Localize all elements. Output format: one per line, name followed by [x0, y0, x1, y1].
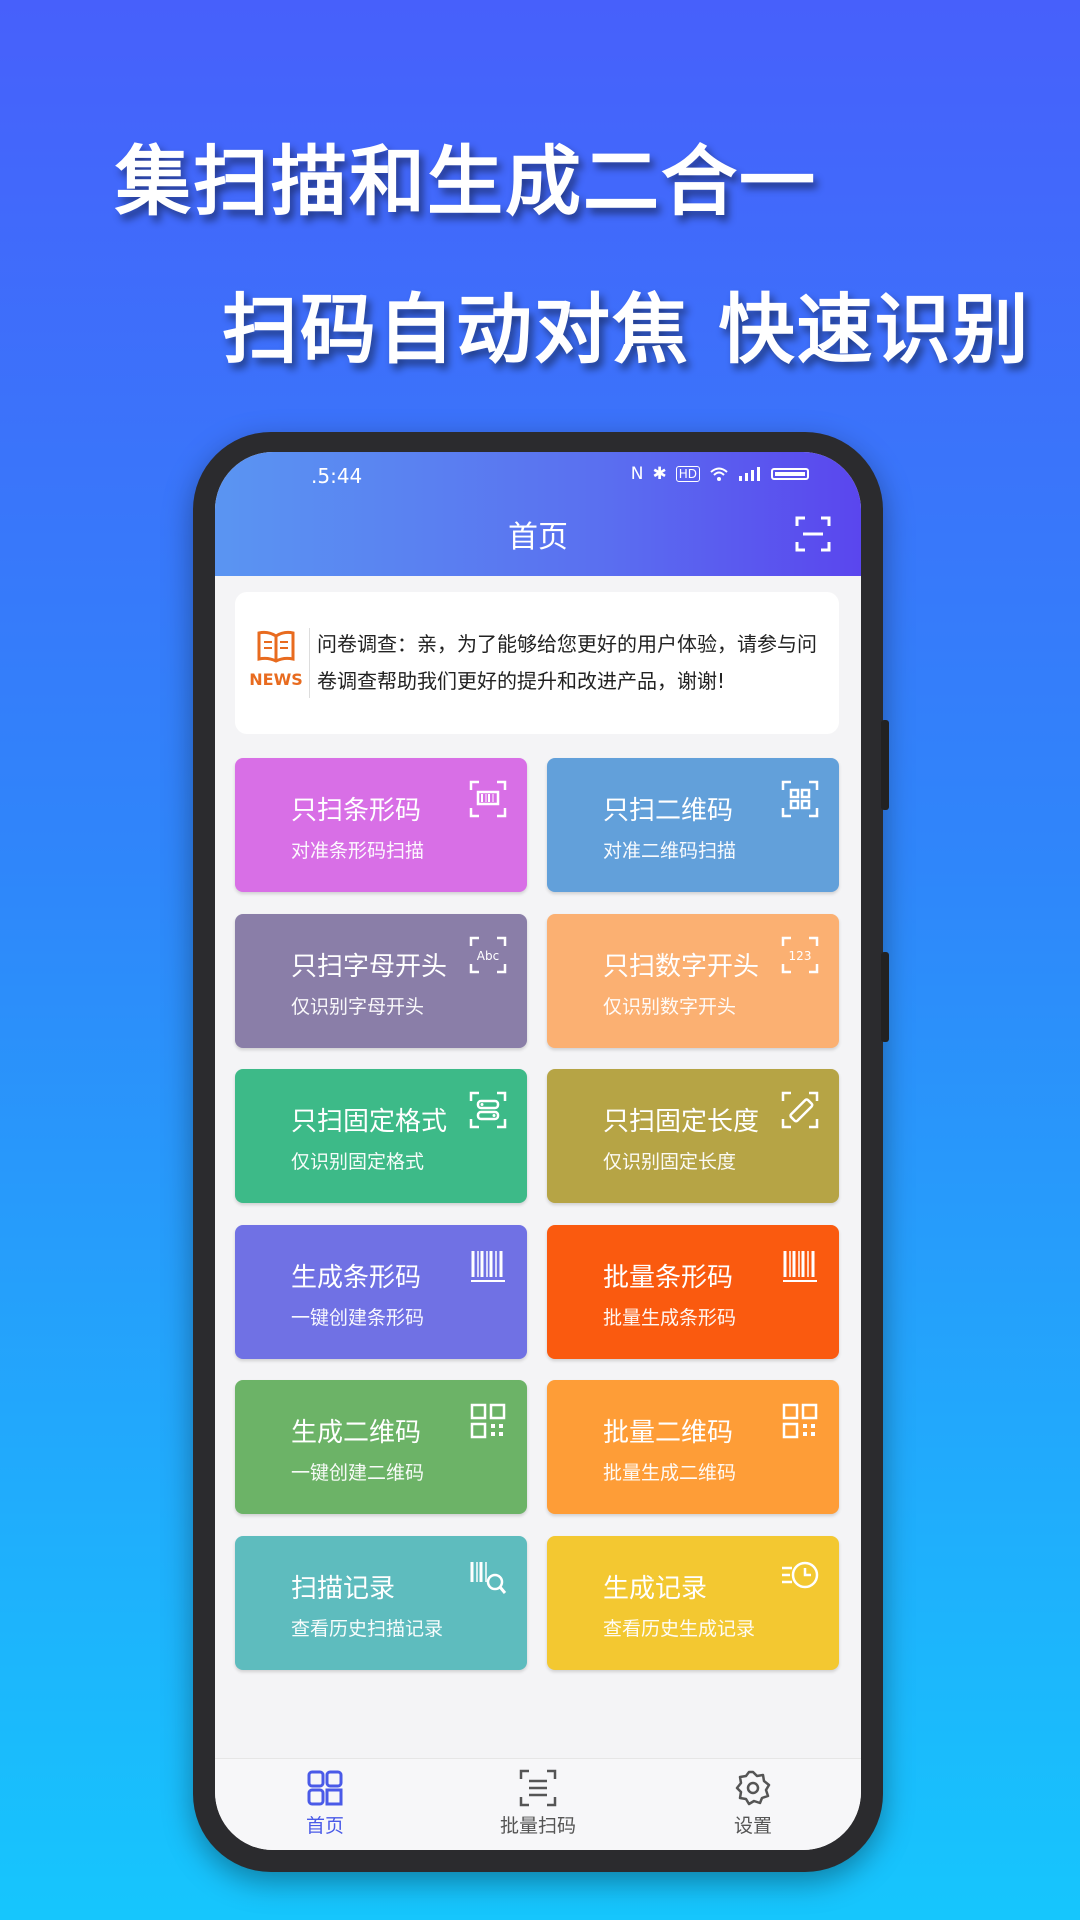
feature-card[interactable]: 批量二维码批量生成二维码 [547, 1380, 839, 1514]
news-badge: NEWS [249, 630, 303, 689]
bluetooth-icon: ✱ [652, 464, 667, 484]
feature-card-subtitle: 一键创建条形码 [291, 1306, 425, 1329]
barcode-search-icon [470, 1561, 507, 1594]
bottom-nav: 首页 批量扫码 设置 [215, 1758, 861, 1850]
headline-line2: 扫码自动对焦 快速识别 [222, 285, 1031, 374]
feature-card[interactable]: 生成记录查看历史生成记录 [547, 1535, 839, 1670]
abc-icon: Abc [469, 936, 507, 973]
feature-card[interactable]: 生成条形码一键创建条形码 [235, 1224, 527, 1359]
signal-icon [739, 467, 760, 481]
scan-barcode-icon [469, 780, 507, 818]
feature-card[interactable]: 只扫字母开头仅识别字母开头 Abc [235, 913, 527, 1048]
feature-card-subtitle: 一键创建二维码 [291, 1462, 425, 1484]
power-button [881, 952, 889, 1042]
news-banner[interactable]: NEWS 问卷调查：亲，为了能够给您更好的用户体验，请参与问卷调查帮助我们更好的… [235, 592, 839, 734]
nav-settings[interactable]: 设置 [693, 1769, 813, 1838]
barcode-icon [783, 1250, 817, 1282]
feature-card[interactable]: 生成二维码一键创建二维码 [235, 1380, 527, 1514]
feature-card-subtitle: 仅识别固定长度 [603, 1151, 737, 1173]
scan-qrcode-icon [781, 780, 819, 818]
feature-card[interactable]: 只扫二维码对准二维码扫描 [547, 758, 839, 892]
feature-card-subtitle: 批量生成二维码 [603, 1462, 737, 1484]
feature-card[interactable]: 只扫固定格式仅识别固定格式 [235, 1069, 527, 1203]
feature-card-title: 只扫条形码 [291, 796, 422, 826]
feature-card-title: 生成二维码 [291, 1418, 422, 1448]
feature-card[interactable]: 只扫数字开头仅识别数字开头 123 [547, 913, 839, 1048]
battery-icon [771, 468, 809, 480]
feature-card[interactable]: 只扫固定长度仅识别固定长度 [547, 1069, 839, 1203]
home-grid-icon [307, 1770, 343, 1806]
phone-frame: .5:44 N ✱ HD 首页 NEWS 问卷调查：亲，为了能够给您更好的用户体… [193, 432, 889, 1872]
news-text: 问卷调查：亲，为了能够给您更好的用户体验，请参与问卷调查帮助我们更好的提升和改进… [317, 632, 817, 693]
feature-card-title: 只扫二维码 [603, 796, 734, 826]
phone-screen: .5:44 N ✱ HD 首页 NEWS 问卷调查：亲，为了能够给您更好的用户体… [215, 452, 861, 1850]
qrcode-icon [470, 1403, 506, 1439]
feature-card-title: 生成记录 [603, 1573, 708, 1604]
nav-home-label: 首页 [305, 1815, 344, 1837]
feature-card-subtitle: 对准二维码扫描 [603, 840, 737, 862]
news-label: NEWS [249, 670, 303, 689]
feature-card-title: 批量二维码 [603, 1418, 734, 1448]
feature-card-title: 批量条形码 [603, 1262, 734, 1293]
barcode-icon [471, 1250, 505, 1282]
feature-card-title: 只扫数字开头 [603, 951, 760, 982]
qrcode-icon [782, 1403, 818, 1439]
feature-card[interactable]: 批量条形码批量生成条形码 [547, 1224, 839, 1359]
book-icon [257, 630, 295, 663]
format-icon [469, 1091, 507, 1129]
svg-text:Abc: Abc [477, 949, 499, 963]
svg-text:123: 123 [789, 949, 812, 963]
status-icons: N ✱ HD [631, 464, 809, 484]
feature-card-subtitle: 查看历史生成记录 [603, 1617, 756, 1640]
settings-gear-icon [735, 1770, 771, 1806]
wifi-icon [710, 467, 728, 481]
feature-card[interactable]: 只扫条形码对准条形码扫描 [235, 758, 527, 892]
feature-card-subtitle: 仅识别固定格式 [291, 1151, 425, 1173]
scan-frame-icon[interactable] [795, 516, 831, 552]
feature-card-subtitle: 仅识别字母开头 [291, 995, 425, 1018]
feature-card-subtitle: 批量生成条形码 [603, 1306, 737, 1329]
nfc-icon: N [630, 464, 644, 484]
feature-card-subtitle: 仅识别数字开头 [603, 995, 737, 1018]
feature-card-title: 扫描记录 [291, 1573, 396, 1604]
123-icon: 123 [781, 936, 819, 973]
feature-card-title: 生成条形码 [291, 1262, 422, 1293]
headline-line1: 集扫描和生成二合一 [115, 137, 817, 226]
feature-card-title: 只扫字母开头 [291, 951, 448, 982]
app-header: .5:44 N ✱ HD 首页 [215, 452, 861, 576]
nav-settings-label: 设置 [733, 1815, 772, 1837]
status-time: .5:44 [311, 464, 363, 488]
feature-card-subtitle: 查看历史扫描记录 [291, 1617, 444, 1640]
news-divider [309, 628, 310, 698]
nav-batch-scan-label: 批量扫码 [499, 1815, 576, 1837]
feature-card-subtitle: 对准条形码扫描 [291, 840, 425, 862]
nav-batch-scan[interactable]: 批量扫码 [478, 1769, 598, 1838]
history-clock-icon [782, 1561, 819, 1588]
volume-button [881, 720, 889, 810]
ruler-icon [781, 1091, 819, 1129]
batch-scan-icon [519, 1769, 557, 1807]
hd-icon: HD [675, 466, 700, 482]
nav-home[interactable]: 首页 [265, 1769, 385, 1838]
page-title: 首页 [508, 520, 568, 555]
feature-card[interactable]: 扫描记录查看历史扫描记录 [235, 1535, 527, 1670]
feature-card-title: 只扫固定格式 [291, 1107, 448, 1137]
feature-card-title: 只扫固定长度 [603, 1107, 760, 1137]
